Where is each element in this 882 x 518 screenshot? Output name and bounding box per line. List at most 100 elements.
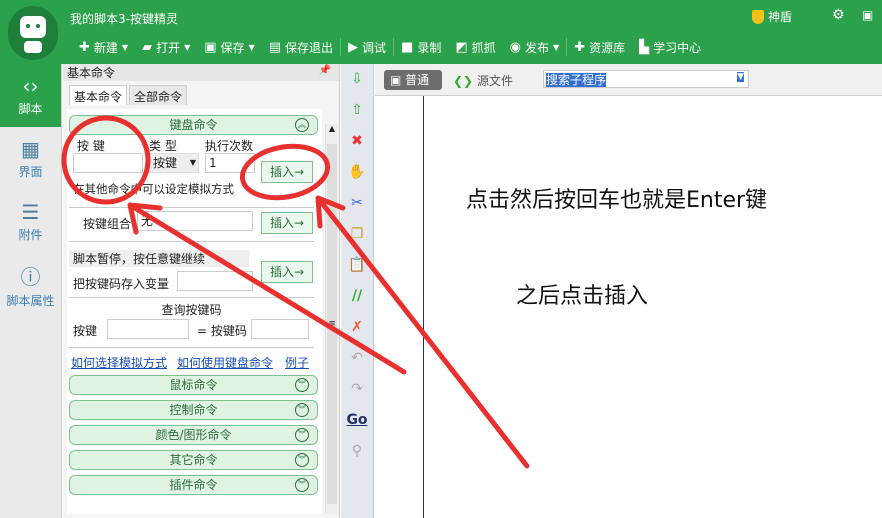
save-icon: ▣ (204, 39, 217, 55)
gear-icon[interactable]: ⚙ (832, 7, 845, 23)
group-2[interactable]: 颜色/图形命令 ︾ (69, 425, 318, 445)
copy-icon[interactable]: ❐ (341, 219, 373, 250)
dropdown-arrow-icon: ▼ (184, 42, 191, 52)
folder-icon: ▰ (142, 39, 153, 55)
resource-icon: ✚ (574, 39, 586, 55)
type-select[interactable]: 按键 ▼ (149, 153, 199, 173)
dropdown-arrow-icon: ▼ (121, 42, 129, 52)
count-label: 执行次数 (205, 139, 254, 153)
toolbar-learn-button[interactable]: ▙ 学习中心 (632, 39, 708, 56)
sidebar-item-info[interactable]: ⓘ 脚本属性 (0, 253, 61, 316)
play-icon: ▶ (348, 39, 359, 55)
toolbar-resource-button[interactable]: ✚ 资源库 (567, 39, 632, 56)
dropdown-arrow-icon: ▼ (553, 42, 560, 52)
key-input[interactable] (73, 153, 143, 173)
tab-basic[interactable]: 基本命令 (69, 85, 128, 105)
command-panel: 基本命令 📌 基本命令 全部命令 键盘命令 ︽ 按 键 类 型 执行次数 按键 ▼ 1… (63, 64, 340, 518)
hint-text: 在其他命令中可以设定模拟方式 (73, 182, 234, 196)
sidebar: ‹› 脚本 ▦ 界面 ☰ 附件 ⓘ 脚本属性 (0, 64, 62, 518)
sidebar-item-attachment[interactable]: ☰ 附件 (0, 190, 61, 253)
window-title: 我的脚本3-按键精灵 (70, 12, 178, 26)
record-icon: ■ (401, 39, 414, 55)
app-logo (8, 6, 58, 60)
tab-all[interactable]: 全部命令 (129, 85, 188, 105)
chevron-down-icon: ▼ (737, 72, 744, 82)
pin-icon[interactable]: 📌 (319, 65, 331, 76)
link-simulation[interactable]: 如何选择模拟方式 (71, 354, 167, 371)
dropdown-arrow-icon: ▼ (248, 42, 255, 52)
query-code-label: = 按键码 (197, 324, 247, 338)
toolbar-plus-button[interactable]: ✚ 新建 ▼ (72, 39, 135, 56)
panel-title: 基本命令 (67, 66, 116, 80)
store-label: 把按键码存入变量 (73, 277, 170, 291)
panel-scrollbar[interactable]: ▲ ≡ (325, 124, 338, 514)
toolbar-publish-button[interactable]: ◉ 发布 ▼ (503, 39, 567, 56)
group-4[interactable]: 插件命令 ︾ (69, 475, 318, 495)
combo-input[interactable]: 无 (137, 211, 253, 231)
undo-icon[interactable]: ↶ (341, 343, 373, 374)
query-title: 查询按键码 (161, 303, 222, 317)
insert-pause-button[interactable]: 插入→ (261, 261, 313, 283)
group-3[interactable]: 其它命令 ︾ (69, 450, 318, 470)
query-key-label: 按键 (73, 324, 98, 338)
toolbar-capture-button[interactable]: ◩ 抓抓 (448, 39, 502, 56)
sidebar-item-ui[interactable]: ▦ 界面 (0, 127, 61, 190)
combo-label: 按键组合 (83, 217, 132, 231)
toolbar-save-button[interactable]: ▣ 保存 ▼ (197, 39, 261, 56)
ui-icon: ▦ (21, 137, 40, 161)
pause-select[interactable]: 脚本暂停，按任意键继续 (69, 250, 249, 267)
script-icon: ‹› (22, 74, 39, 98)
query-key-input[interactable] (107, 319, 189, 339)
count-input[interactable]: 1 (205, 153, 255, 173)
toolbar-record-button[interactable]: ■ 录制 (394, 39, 448, 56)
mode-source-button[interactable]: ❮❯ 源文件 (453, 72, 513, 89)
edit-toolbar: ⇩ ⇧ ✖ ✋ ✂ ❐ 📋 // ✗ ↶ ↷ Go ⚲ (341, 64, 374, 518)
comment-icon[interactable]: // (341, 281, 373, 312)
toolbar-play-button[interactable]: ▶ 调试 (341, 39, 393, 56)
paste-icon[interactable]: 📋 (341, 250, 373, 281)
move-down-icon[interactable]: ⇩ (341, 64, 373, 95)
shield-button[interactable]: 神盾 (752, 8, 792, 25)
find-icon[interactable]: ⚲ (341, 436, 373, 467)
chevron-down-icon[interactable]: ︾ (295, 453, 309, 467)
redo-icon[interactable]: ↷ (341, 374, 373, 405)
chevron-down-icon[interactable]: ︾ (295, 403, 309, 417)
publish-icon: ◉ (509, 39, 522, 55)
source-file-icon: ❮❯ (453, 74, 474, 88)
insert-key-button[interactable]: 插入→ (261, 161, 313, 183)
type-label: 类 型 (149, 139, 177, 153)
uncomment-icon[interactable]: ✗ (341, 312, 373, 343)
sidebar-item-script[interactable]: ‹› 脚本 (0, 64, 61, 127)
cut-icon[interactable]: ✂ (341, 188, 373, 219)
chevron-down-icon[interactable]: ︾ (295, 378, 309, 392)
info-icon: ⓘ (20, 264, 41, 289)
key-label: 按 键 (77, 139, 105, 153)
query-code-input[interactable] (251, 319, 309, 339)
chevron-down-icon: ▼ (189, 158, 196, 167)
link-keyboard-usage[interactable]: 如何使用键盘命令 (177, 354, 273, 371)
menu-icon[interactable]: ▣ (862, 8, 873, 22)
annotation-text-1: 点击然后按回车也就是Enter键 (466, 188, 768, 213)
chevron-up-icon[interactable]: ︽ (295, 118, 309, 132)
group-0[interactable]: 鼠标命令 ︾ (69, 375, 318, 395)
insert-combo-button[interactable]: 插入→ (261, 212, 313, 234)
hand-icon[interactable]: ✋ (341, 157, 373, 188)
chevron-down-icon[interactable]: ︾ (295, 428, 309, 442)
move-up-icon[interactable]: ⇧ (341, 95, 373, 126)
goto-icon[interactable]: Go (341, 405, 373, 436)
toolbar-folder-button[interactable]: ▰ 打开 ▼ (135, 39, 197, 56)
learn-icon: ▙ (639, 39, 650, 55)
store-input[interactable] (177, 271, 253, 291)
group-keyboard[interactable]: 键盘命令 ︽ (69, 115, 318, 135)
mode-normal-button[interactable]: ▣ 普通 (384, 70, 442, 90)
chevron-down-icon[interactable]: ︾ (295, 478, 309, 492)
save-exit-icon: ▤ (268, 39, 282, 55)
group-1[interactable]: 控制命令 ︾ (69, 400, 318, 420)
shield-icon (752, 9, 764, 24)
toolbar-save-exit-button[interactable]: ▤ 保存退出 (262, 39, 340, 56)
subroutine-search[interactable]: 搜索子程序 ▼ (543, 70, 749, 88)
attachment-icon: ☰ (21, 200, 40, 224)
delete-icon[interactable]: ✖ (341, 126, 373, 157)
link-example[interactable]: 例子 (285, 354, 309, 371)
annotation-text-2: 之后点击插入 (516, 284, 649, 309)
